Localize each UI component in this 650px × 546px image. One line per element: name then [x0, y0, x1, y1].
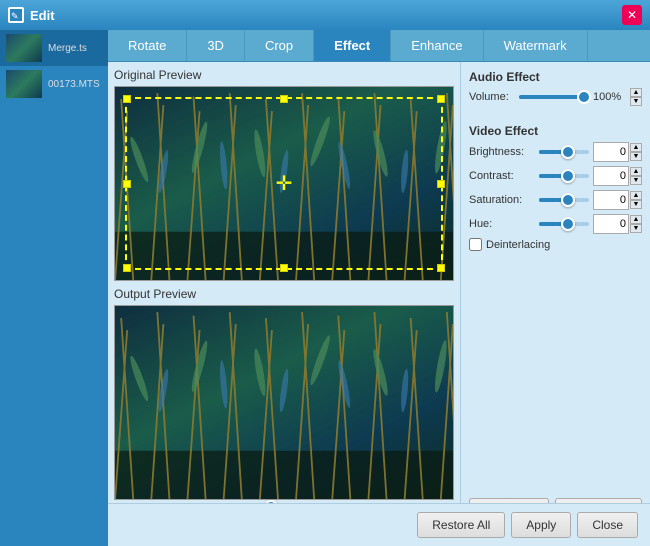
saturation-thumb[interactable] — [561, 193, 575, 207]
contrast-slider-container — [539, 168, 589, 184]
volume-down-button[interactable]: ▼ — [630, 97, 642, 106]
preview-area: Original Preview — [108, 62, 460, 546]
contrast-track[interactable] — [539, 174, 589, 178]
hue-up[interactable]: ▲ — [630, 215, 642, 224]
output-preview — [114, 305, 454, 500]
brightness-down[interactable]: ▼ — [630, 152, 642, 161]
saturation-input[interactable] — [593, 190, 629, 210]
audio-effect-section: Audio Effect Volume: 100% ▲ ▼ — [469, 70, 642, 112]
svg-text:✎: ✎ — [11, 11, 19, 21]
contrast-row: Contrast: ▲ ▼ — [469, 166, 642, 186]
hue-row: Hue: ▲ ▼ — [469, 214, 642, 234]
original-preview: ✛ — [114, 86, 454, 281]
brightness-slider-container — [539, 144, 589, 160]
file-thumb-merge — [6, 34, 42, 62]
hue-input[interactable] — [593, 214, 629, 234]
crop-handle-mr[interactable] — [437, 180, 445, 188]
contrast-down[interactable]: ▼ — [630, 176, 642, 185]
brightness-thumb[interactable] — [561, 145, 575, 159]
file-name-00173: 00173.MTS — [48, 79, 100, 90]
file-item-merge[interactable]: Merge.ts — [0, 30, 108, 66]
volume-up-button[interactable]: ▲ — [630, 88, 642, 97]
tab-3d[interactable]: 3D — [187, 30, 245, 61]
volume-label: Volume: — [469, 91, 519, 103]
tab-rotate[interactable]: Rotate — [108, 30, 187, 61]
crop-handle-bm[interactable] — [280, 264, 288, 272]
file-item-00173[interactable]: 00173.MTS — [0, 66, 108, 102]
hue-thumb[interactable] — [561, 217, 575, 231]
hue-track[interactable] — [539, 222, 589, 226]
saturation-row: Saturation: ▲ ▼ — [469, 190, 642, 210]
saturation-up[interactable]: ▲ — [630, 191, 642, 200]
tab-watermark[interactable]: Watermark — [484, 30, 588, 61]
output-video-content — [115, 306, 453, 499]
brightness-spinners: ▲ ▼ — [630, 143, 642, 161]
saturation-slider-container — [539, 192, 589, 208]
title-bar: ✎ Edit ✕ — [0, 0, 650, 30]
contrast-input[interactable] — [593, 166, 629, 186]
volume-slider-thumb — [577, 90, 591, 104]
file-name-merge: Merge.ts — [48, 43, 87, 54]
hue-spinners: ▲ ▼ — [630, 215, 642, 233]
bottom-bar: Restore All Apply Close — [108, 503, 650, 546]
video-effect-section: Video Effect Brightness: ▲ ▼ — [469, 124, 642, 251]
tab-crop[interactable]: Crop — [245, 30, 314, 61]
close-dialog-button[interactable]: Close — [577, 512, 638, 538]
output-preview-label: Output Preview — [114, 287, 454, 301]
volume-spinners: ▲ ▼ — [630, 88, 642, 106]
crop-handle-ml[interactable] — [123, 180, 131, 188]
app-icon: ✎ — [8, 7, 24, 23]
deinterlacing-label: Deinterlacing — [486, 239, 550, 251]
video-effect-title: Video Effect — [469, 124, 642, 138]
volume-percentage: 100% — [593, 91, 629, 103]
brightness-up[interactable]: ▲ — [630, 143, 642, 152]
close-button[interactable]: ✕ — [622, 5, 642, 25]
original-video-content: ✛ — [115, 87, 453, 280]
tab-enhance[interactable]: Enhance — [391, 30, 483, 61]
brightness-label: Brightness: — [469, 146, 539, 158]
original-preview-label: Original Preview — [114, 68, 454, 82]
deinterlacing-checkbox[interactable] — [469, 238, 482, 251]
file-list: Merge.ts 00173.MTS — [0, 30, 108, 546]
content-area: Original Preview — [108, 62, 650, 546]
tab-effect[interactable]: Effect — [314, 30, 391, 61]
contrast-label: Contrast: — [469, 170, 539, 182]
apply-button[interactable]: Apply — [511, 512, 571, 538]
saturation-down[interactable]: ▼ — [630, 200, 642, 209]
saturation-track[interactable] — [539, 198, 589, 202]
contrast-thumb[interactable] — [561, 169, 575, 183]
saturation-spinners: ▲ ▼ — [630, 191, 642, 209]
brightness-input[interactable] — [593, 142, 629, 162]
crop-handle-tm[interactable] — [280, 95, 288, 103]
restore-all-button[interactable]: Restore All — [417, 512, 505, 538]
tab-bar: Rotate 3D Crop Effect Enhance Watermark — [108, 30, 650, 62]
contrast-up[interactable]: ▲ — [630, 167, 642, 176]
brightness-row: Brightness: ▲ ▼ — [469, 142, 642, 162]
window-title: Edit — [30, 8, 622, 23]
hue-slider-container — [539, 216, 589, 232]
file-thumb-00173 — [6, 70, 42, 98]
crop-handle-bl[interactable] — [123, 264, 131, 272]
saturation-label: Saturation: — [469, 194, 539, 206]
crop-overlay: ✛ — [125, 97, 443, 270]
audio-effect-title: Audio Effect — [469, 70, 642, 84]
deinterlacing-row: Deinterlacing — [469, 238, 642, 251]
crop-handle-tr[interactable] — [437, 95, 445, 103]
volume-slider-wide[interactable] — [519, 95, 589, 99]
hue-down[interactable]: ▼ — [630, 224, 642, 233]
right-panel: Audio Effect Volume: 100% ▲ ▼ Video Ef — [460, 62, 650, 546]
crop-handle-tl[interactable] — [123, 95, 131, 103]
main-content: Rotate 3D Crop Effect Enhance Watermark … — [108, 30, 650, 546]
volume-row: Volume: 100% ▲ ▼ — [469, 88, 642, 106]
crosshair: ✛ — [276, 174, 293, 194]
hue-label: Hue: — [469, 218, 539, 230]
brightness-track[interactable] — [539, 150, 589, 154]
contrast-spinners: ▲ ▼ — [630, 167, 642, 185]
crop-handle-br[interactable] — [437, 264, 445, 272]
